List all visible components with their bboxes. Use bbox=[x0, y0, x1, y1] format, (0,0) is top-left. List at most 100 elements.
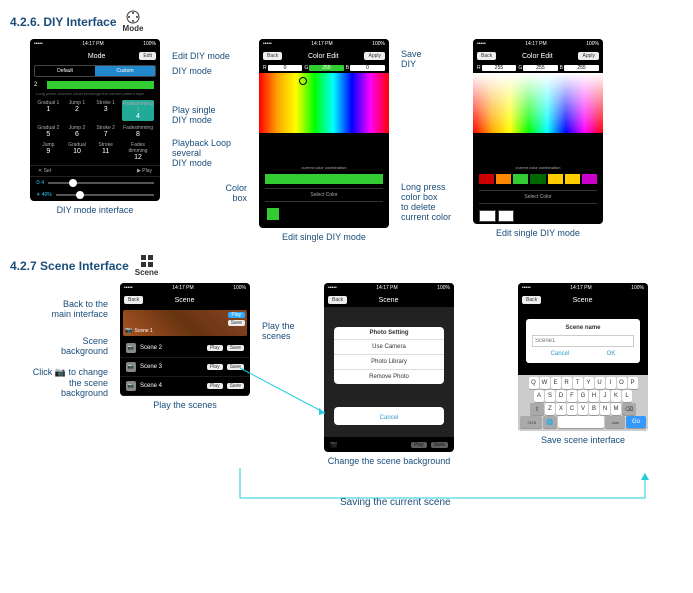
cancel-button[interactable]: Cancel bbox=[551, 351, 570, 357]
color-box[interactable] bbox=[267, 208, 279, 220]
mode-cell[interactable]: Fadesimming 14 bbox=[122, 100, 154, 121]
annot-saving: Saving the current scene bbox=[340, 497, 451, 508]
key[interactable]: J bbox=[600, 390, 610, 402]
key[interactable]: L bbox=[622, 390, 632, 402]
scene-row: 📷Scene 4PlaySave bbox=[120, 377, 250, 396]
photo-setting-modal: Photo Setting Use Camera Photo Library R… bbox=[334, 327, 444, 384]
camera-icon[interactable]: 📷 bbox=[126, 362, 136, 372]
mode-cell[interactable]: Jump 26 bbox=[65, 125, 90, 138]
key[interactable]: K bbox=[611, 390, 621, 402]
key[interactable]: Y bbox=[584, 377, 594, 389]
key[interactable]: X bbox=[556, 403, 566, 415]
mode-cell[interactable]: Fadesimming8 bbox=[122, 125, 154, 138]
mode-cell[interactable]: Stroke 13 bbox=[93, 100, 118, 121]
save-button[interactable]: Save bbox=[227, 345, 244, 351]
mode-cell[interactable]: Jump 12 bbox=[65, 100, 90, 121]
scene-row: 📷Scene 3PlaySave bbox=[120, 358, 250, 377]
scene-name-phone: •••••14:17 PM100% Back Scene Scene name … bbox=[518, 283, 648, 431]
use-camera-option[interactable]: Use Camera bbox=[334, 339, 444, 354]
play-button[interactable]: Play bbox=[228, 312, 245, 318]
key[interactable]: S bbox=[545, 390, 555, 402]
brightness-slider[interactable] bbox=[56, 194, 154, 196]
color-edit-phone-2: •••••14:17 PM100% Back Color Edit Apply … bbox=[473, 39, 603, 224]
key[interactable]: T bbox=[573, 377, 583, 389]
key[interactable]: B bbox=[589, 403, 599, 415]
play-label[interactable]: ▶ Play bbox=[137, 168, 152, 174]
apply-button[interactable]: Apply bbox=[364, 52, 385, 60]
scene-1-bg[interactable]: 📷 Scene 1 Play Save bbox=[123, 310, 247, 336]
save-button[interactable]: Save bbox=[227, 383, 244, 389]
play-button[interactable]: Play bbox=[207, 345, 223, 351]
annot-color-box: Color box bbox=[172, 183, 247, 203]
annot-diy-mode: DIY mode bbox=[172, 66, 247, 76]
photo-setting-phone: •••••14:17 PM100% Back Scene Photo Setti… bbox=[324, 283, 454, 452]
color-combo-bar[interactable] bbox=[265, 174, 383, 184]
scene-name-dialog: Scene name Cancel OK bbox=[526, 319, 640, 363]
mode-cell[interactable]: Gradual10 bbox=[65, 142, 90, 161]
key[interactable]: R bbox=[562, 377, 572, 389]
speed-slider[interactable] bbox=[48, 182, 154, 184]
ok-button[interactable]: OK bbox=[607, 351, 616, 357]
key[interactable]: C bbox=[567, 403, 577, 415]
set-label[interactable]: ✕ Set bbox=[38, 168, 51, 174]
color-spectrum-2[interactable] bbox=[473, 73, 603, 133]
diy-mode-phone: •••••14:17 PM100% Mode Edit Default Cust… bbox=[30, 39, 160, 201]
key[interactable]: V bbox=[578, 403, 588, 415]
section-scene-title: 4.2.7 Scene Interface Scene bbox=[10, 254, 693, 277]
key[interactable]: N bbox=[600, 403, 610, 415]
camera-icon[interactable]: 📷 bbox=[126, 381, 136, 391]
mode-cell[interactable]: Gradual 25 bbox=[36, 125, 61, 138]
key[interactable]: A bbox=[534, 390, 544, 402]
mode-cell[interactable]: Fades dimming12 bbox=[122, 142, 154, 161]
key[interactable]: H bbox=[589, 390, 599, 402]
mode-cell[interactable]: Stroke 27 bbox=[93, 125, 118, 138]
mode-title: Mode bbox=[88, 53, 106, 60]
save-button[interactable]: Save bbox=[228, 320, 245, 326]
scene-row: 📷Scene 2PlaySave bbox=[120, 339, 250, 358]
diy-mode-bar[interactable] bbox=[47, 81, 154, 89]
mode-cell[interactable]: Gradual 11 bbox=[36, 100, 61, 121]
key[interactable]: P bbox=[628, 377, 638, 389]
save-button[interactable]: Save bbox=[227, 364, 244, 370]
annot-play-single: Play single DIY mode bbox=[172, 105, 247, 125]
color-spectrum[interactable] bbox=[259, 73, 389, 133]
camera-icon[interactable]: 📷 bbox=[126, 343, 136, 353]
back-button[interactable]: Back bbox=[263, 52, 282, 60]
annot-save-diy: Save DIY bbox=[401, 49, 461, 69]
annot-edit-diy: Edit DIY mode bbox=[172, 51, 247, 61]
key[interactable]: E bbox=[551, 377, 561, 389]
mode-cell[interactable]: Stroke11 bbox=[93, 142, 118, 161]
remove-photo-option[interactable]: Remove Photo bbox=[334, 369, 444, 384]
key[interactable]: M bbox=[611, 403, 621, 415]
color-edit-phone-1: •••••14:17 PM100% Back Color Edit Apply … bbox=[259, 39, 389, 228]
key[interactable]: I bbox=[606, 377, 616, 389]
key[interactable]: Z bbox=[545, 403, 555, 415]
color-boxes[interactable] bbox=[473, 172, 603, 186]
scene-name-input[interactable] bbox=[532, 335, 634, 347]
key[interactable]: D bbox=[556, 390, 566, 402]
keyboard[interactable]: QWERTYUIOPASDFGHJKL⇧ZXCVBNM⌫.?123🌐 .comG… bbox=[518, 375, 648, 431]
mode-cell[interactable]: Jump9 bbox=[36, 142, 61, 161]
key[interactable]: G bbox=[578, 390, 588, 402]
key[interactable]: Q bbox=[529, 377, 539, 389]
caption-diy-mode: DIY mode interface bbox=[57, 205, 134, 215]
play-button[interactable]: Play bbox=[207, 383, 223, 389]
back-button[interactable]: Back bbox=[124, 296, 143, 304]
key[interactable]: F bbox=[567, 390, 577, 402]
scene-list-phone: •••••14:17 PM100% Back Scene 📷 Scene 1 P… bbox=[120, 283, 250, 396]
photo-library-option[interactable]: Photo Library bbox=[334, 354, 444, 369]
key[interactable]: W bbox=[540, 377, 550, 389]
annot-long-press: Long press color box to delete current c… bbox=[401, 182, 461, 222]
play-button[interactable]: Play bbox=[207, 364, 223, 370]
camera-icon[interactable]: 📷 bbox=[125, 327, 132, 334]
tab-custom[interactable]: Custom bbox=[95, 66, 155, 76]
annot-playback-loop: Playback Loop several DIY mode bbox=[172, 138, 247, 168]
section-diy-title: 4.2.6. DIY Interface Mode bbox=[10, 10, 693, 33]
tab-default[interactable]: Default bbox=[35, 66, 95, 76]
key[interactable]: U bbox=[595, 377, 605, 389]
key[interactable]: O bbox=[617, 377, 627, 389]
cancel-button[interactable]: Cancel bbox=[334, 407, 444, 425]
mode-icon: Mode bbox=[123, 10, 144, 33]
mode-tabs[interactable]: Default Custom bbox=[34, 65, 156, 77]
edit-button[interactable]: Edit bbox=[139, 52, 156, 60]
